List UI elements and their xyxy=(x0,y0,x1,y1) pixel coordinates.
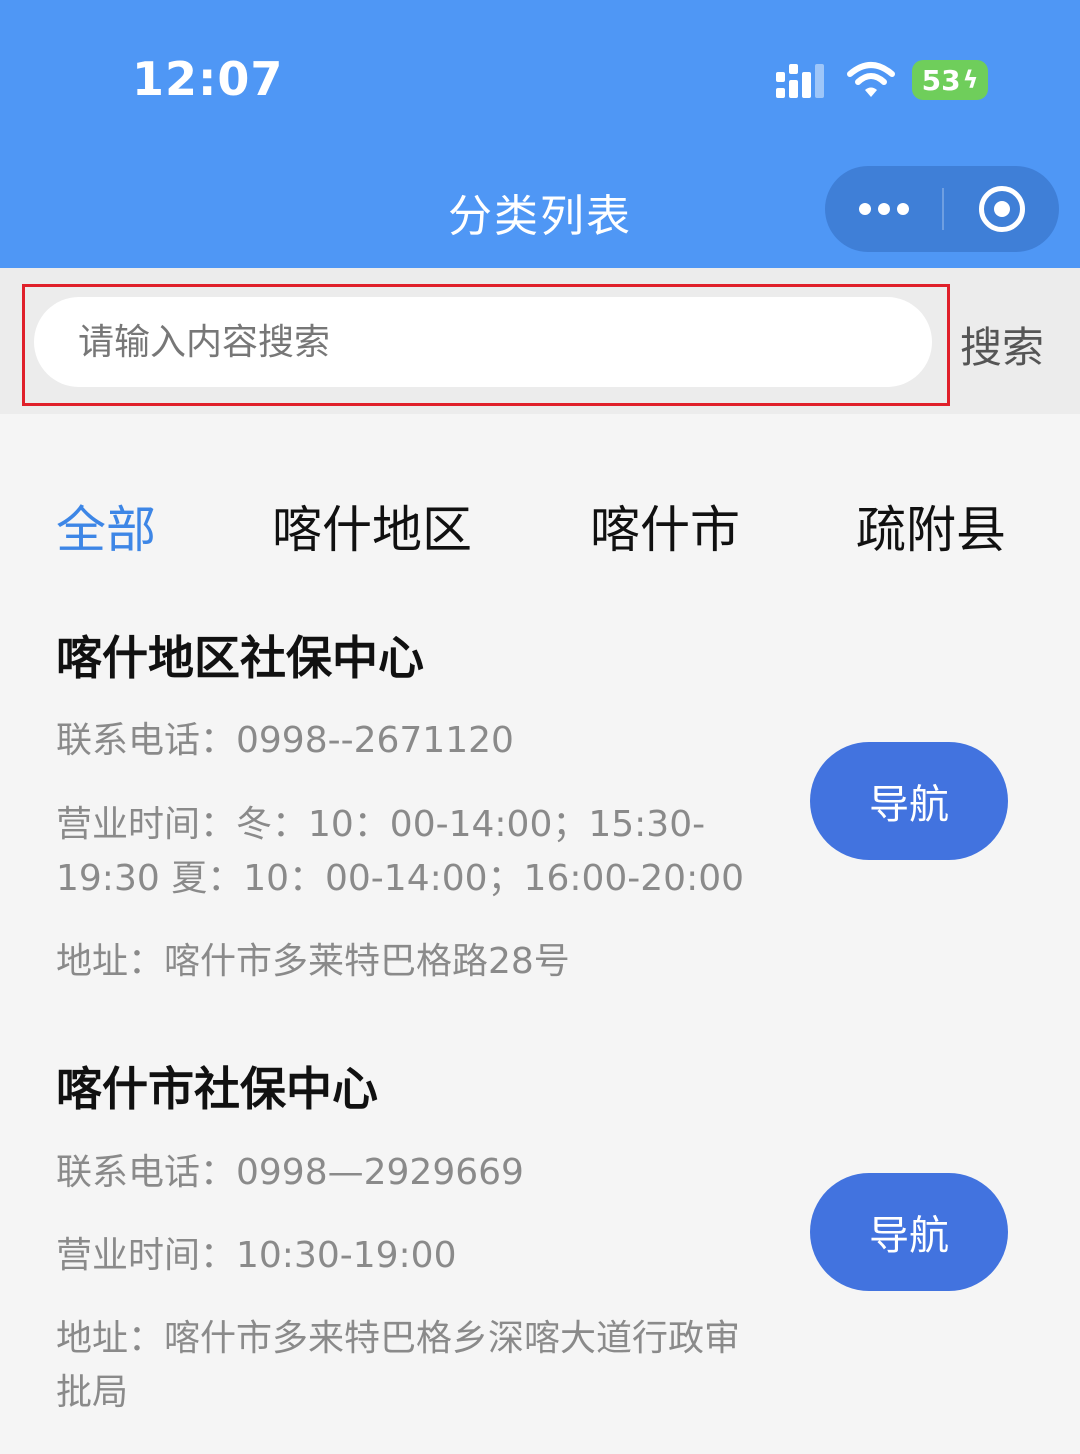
address-text: 地址：喀什市多莱特巴格路28号 xyxy=(56,941,570,982)
center-name: 喀什市社保中心 xyxy=(56,1062,378,1116)
signal-icon xyxy=(776,64,824,98)
tab-shufu-county[interactable]: 疏附县 xyxy=(856,490,1006,562)
hours-text: 营业时间：10:30-19:00 xyxy=(56,1235,457,1276)
list-item: 喀什市社保中心 联系电话：0998—2929669 营业时间：10:30-19:… xyxy=(0,1053,1080,1433)
center-name: 喀什地区社保中心 xyxy=(56,631,424,685)
search-button[interactable]: 搜索 xyxy=(960,314,1044,375)
mini-program-capsule xyxy=(825,166,1059,252)
wifi-icon xyxy=(847,62,895,97)
hours-text: 营业时间：冬：10：00-14:00；15:30- xyxy=(56,804,706,845)
phone-text: 联系电话：0998--2671120 xyxy=(56,720,514,761)
hours-text-continued: 19:30 夏：10：00-14:00；16:00-20:00 xyxy=(56,858,745,899)
navigate-button[interactable]: 导航 xyxy=(810,1173,1008,1291)
tab-kashgar-region[interactable]: 喀什地区 xyxy=(272,490,472,562)
phone-text: 联系电话：0998—2929669 xyxy=(56,1152,524,1193)
battery-level: 53 xyxy=(921,63,961,97)
battery-icon: 53 ϟ xyxy=(912,60,988,100)
bolt-icon: ϟ xyxy=(962,66,979,94)
category-tabs: 全部 喀什地区 喀什市 疏附县 xyxy=(0,490,1080,560)
close-icon[interactable] xyxy=(944,166,1059,252)
list-item: 喀什地区社保中心 联系电话：0998--2671120 营业时间：冬：10：00… xyxy=(0,622,1080,1022)
navigate-button[interactable]: 导航 xyxy=(810,742,1008,860)
address-text-continued: 批局 xyxy=(56,1372,129,1413)
header-bar: 12:07 53 ϟ 分类列表 xyxy=(0,0,1080,268)
search-highlight-box xyxy=(22,284,950,406)
tab-all[interactable]: 全部 xyxy=(56,490,156,562)
status-time: 12:07 xyxy=(132,52,284,106)
page-title: 分类列表 xyxy=(448,191,632,242)
more-icon[interactable] xyxy=(825,166,942,252)
tab-kashgar-city[interactable]: 喀什市 xyxy=(590,490,740,562)
address-text: 地址：喀什市多来特巴格乡深喀大道行政审 xyxy=(56,1318,741,1359)
